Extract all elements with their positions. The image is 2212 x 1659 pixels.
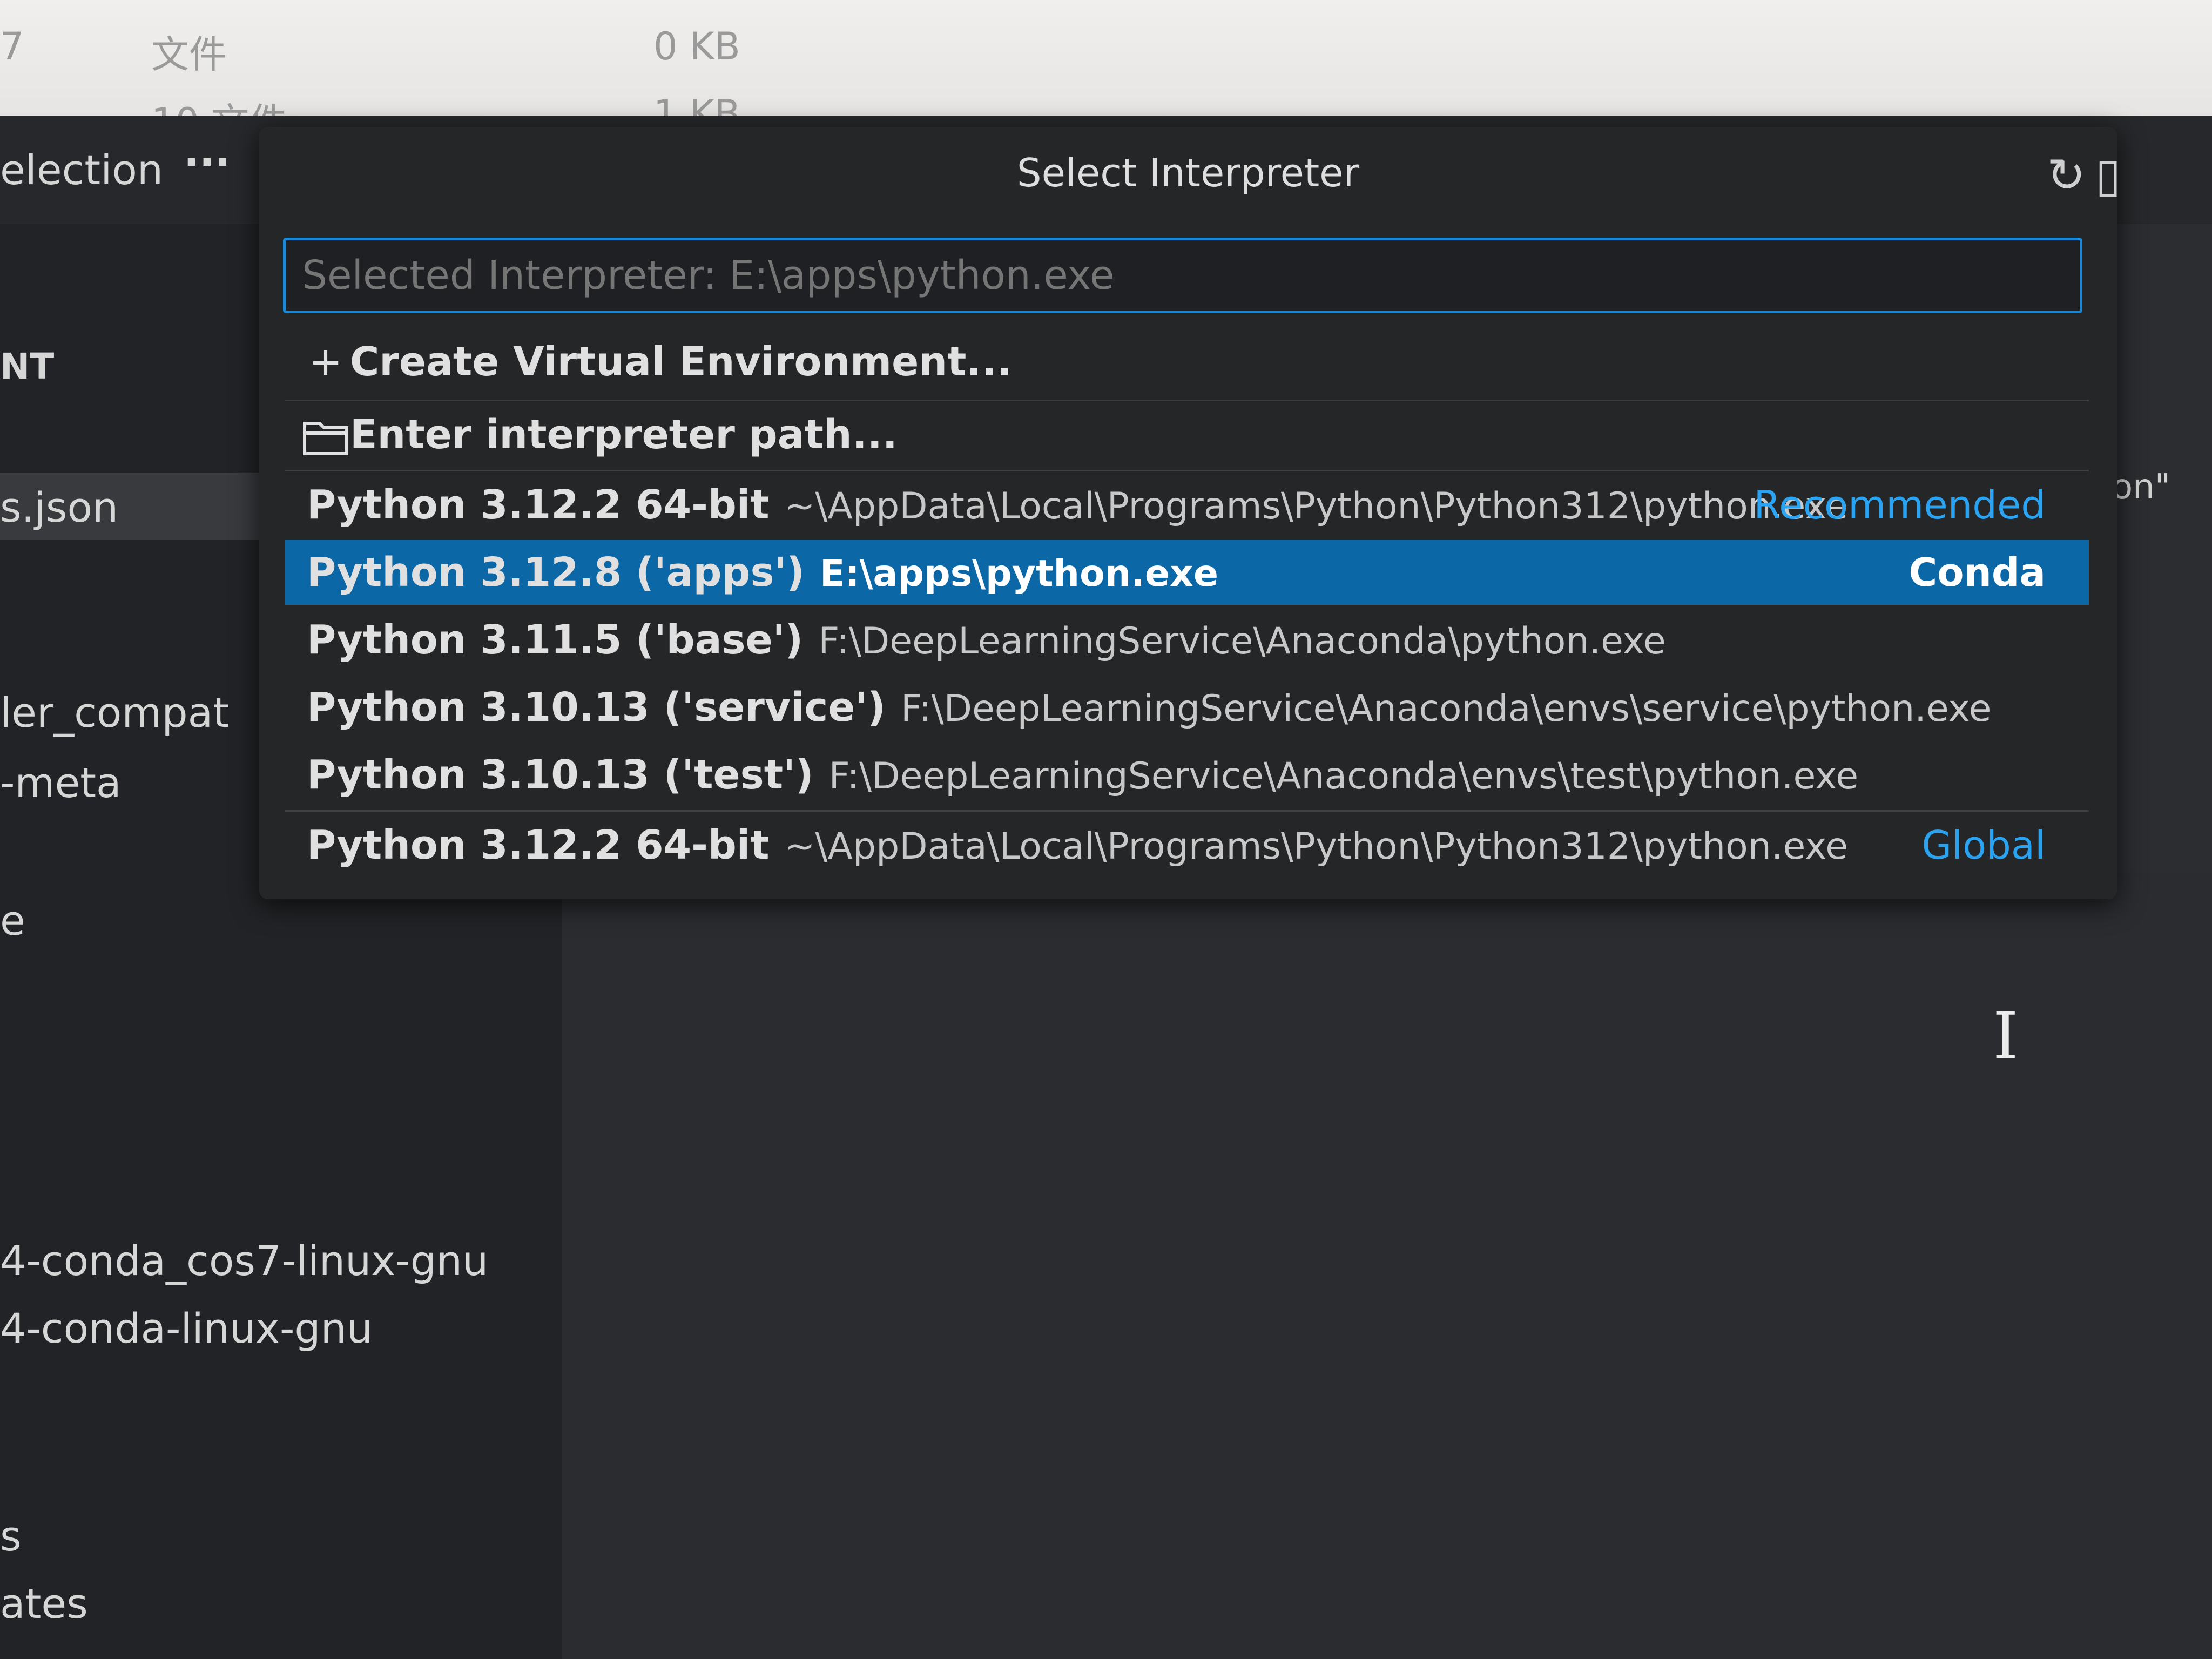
sidebar-item[interactable]: e — [0, 896, 25, 945]
interpreter-search-input[interactable] — [283, 238, 2082, 313]
sidebar-item[interactable]: s.json — [0, 483, 118, 531]
interpreter-path: F:\DeepLearningService\Anaconda\python.e… — [818, 620, 1666, 663]
interpreter-option[interactable]: Python 3.12.2 64-bit ~\AppData\Local\Prog… — [285, 473, 2089, 537]
plus-icon: + — [308, 339, 342, 385]
interpreter-version: Python 3.12.2 64-bit — [307, 482, 770, 528]
refresh-icon[interactable]: ↻ — [2047, 149, 2086, 203]
editor-code-fragment: on" — [2112, 467, 2171, 507]
sidebar-item[interactable]: ler_compat — [0, 689, 229, 737]
explorer-row-index: 7 — [0, 24, 24, 69]
divider — [285, 400, 2089, 401]
recommended-badge: Recommended — [1754, 482, 2046, 528]
interpreter-option[interactable]: Python 3.11.5 ('base') F:\DeepLearningSer… — [285, 608, 2089, 672]
create-virtual-env-action[interactable]: + Create Virtual Environment... — [285, 329, 2089, 394]
interpreter-version: Python 3.12.8 ('apps') — [307, 549, 805, 596]
divider — [285, 810, 2089, 812]
editor-lower-region[interactable] — [562, 872, 2212, 1659]
interpreter-option-selected[interactable]: Python 3.12.8 ('apps') E:\apps\python.exe… — [285, 540, 2089, 605]
sidebar-item[interactable]: s — [0, 1512, 22, 1560]
panel-icon[interactable]: ▯ — [2095, 149, 2121, 203]
action-label: Create Virtual Environment... — [350, 339, 1012, 385]
interpreter-path: ~\AppData\Local\Programs\Python\Python31… — [784, 825, 1849, 868]
interpreter-option[interactable]: Python 3.10.13 ('service') F:\DeepLearnin… — [285, 675, 2089, 740]
quick-pick-title: Select Interpreter — [1016, 150, 1360, 195]
more-actions-button[interactable]: ··· — [184, 138, 231, 186]
explorer-row-size: 0 KB — [653, 24, 740, 69]
interpreter-option[interactable]: Python 3.10.13 ('test') F:\DeepLearningSe… — [285, 743, 2089, 807]
sidebar-item[interactable]: ates — [0, 1580, 88, 1628]
sidebar-section-label[interactable]: NT — [0, 346, 54, 387]
conda-badge: Conda — [1908, 550, 2046, 595]
interpreter-path: ~\AppData\Local\Programs\Python\Python31… — [784, 485, 1849, 528]
interpreter-version: Python 3.11.5 ('base') — [307, 617, 804, 663]
action-label: Enter interpreter path... — [350, 412, 898, 458]
global-badge: Global — [1921, 822, 2046, 868]
interpreter-version: Python 3.10.13 ('test') — [307, 752, 814, 798]
sidebar-item[interactable]: 4-conda_cos7-linux-gnu — [0, 1237, 488, 1285]
select-interpreter-quick-pick: Select Interpreter ↻ ▯ +Create Virtual E… — [259, 127, 2121, 899]
divider — [285, 470, 2089, 471]
text-cursor-icon: I — [1993, 999, 2019, 1074]
sidebar-title: election — [0, 146, 163, 194]
folder-icon — [285, 402, 350, 467]
file-explorer-strip: 7 文件 0 KB 10 文件 1 KB — [0, 0, 2212, 144]
interpreter-path: F:\DeepLearningService\Anaconda\envs\ser… — [900, 687, 1992, 730]
interpreter-version: Python 3.12.2 64-bit — [307, 822, 770, 868]
sidebar-item[interactable]: 4-conda-linux-gnu — [0, 1304, 373, 1352]
sidebar-item[interactable]: -meta — [0, 759, 122, 807]
interpreter-version: Python 3.10.13 ('service') — [307, 684, 886, 731]
interpreter-path: E:\apps\python.exe — [820, 552, 1219, 595]
explorer-row-type: 文件 — [151, 32, 227, 77]
interpreter-path: F:\DeepLearningService\Anaconda\envs\tes… — [828, 755, 1859, 798]
enter-interpreter-path-action[interactable]: Enter interpreter path... — [285, 402, 2089, 467]
interpreter-option[interactable]: Python 3.12.2 64-bit ~\AppData\Local\Prog… — [285, 813, 2089, 878]
